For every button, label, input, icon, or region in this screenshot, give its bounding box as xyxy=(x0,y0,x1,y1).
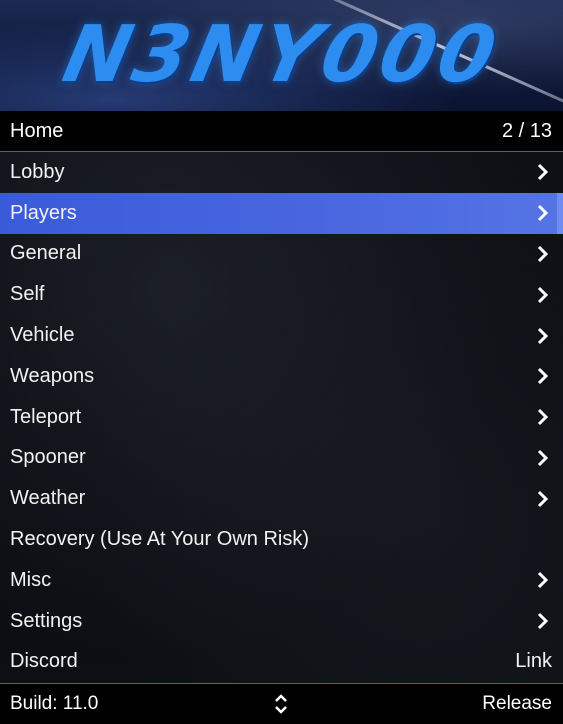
build-version: Build: 11.0 xyxy=(10,693,99,714)
chevron-right-icon xyxy=(534,449,552,467)
menu-item-misc[interactable]: Misc xyxy=(0,560,563,601)
chevron-right-icon xyxy=(534,408,552,426)
menu-position-counter: 2 / 13 xyxy=(501,119,552,142)
menu-item-label: Vehicle xyxy=(10,324,75,347)
menu-item-label: Players xyxy=(10,201,77,224)
menu-header: Home 2 / 13 xyxy=(0,111,563,152)
menu-item-discord[interactable]: Discord Link xyxy=(0,642,563,683)
menu-item-lobby[interactable]: Lobby xyxy=(0,152,563,193)
menu-item-label: Discord xyxy=(10,650,78,673)
chevron-right-icon xyxy=(534,245,552,263)
discord-link-value: Link xyxy=(515,650,552,673)
chevron-right-icon xyxy=(534,612,552,630)
menu-item-self[interactable]: Self xyxy=(0,274,563,315)
menu-item-label: Lobby xyxy=(10,160,65,183)
menu-item-players[interactable]: Players xyxy=(0,192,563,234)
chevron-right-icon xyxy=(534,286,552,304)
menu-item-weapons[interactable]: Weapons xyxy=(0,356,563,397)
chevron-right-icon xyxy=(534,163,552,181)
menu-banner: N3NY000 xyxy=(0,0,563,111)
menu-title: Home xyxy=(10,119,64,142)
menu-item-vehicle[interactable]: Vehicle xyxy=(0,315,563,356)
menu-item-label: Recovery (Use At Your Own Risk) xyxy=(10,528,309,551)
chevron-right-icon xyxy=(534,571,552,589)
chevron-right-icon xyxy=(534,204,552,222)
menu-item-list: Lobby Players General Self Vehicle Weapo… xyxy=(0,152,563,682)
mod-menu: N3NY000 Home 2 / 13 Lobby Players Genera… xyxy=(0,0,563,724)
menu-item-general[interactable]: General xyxy=(0,234,563,275)
menu-item-spooner[interactable]: Spooner xyxy=(0,438,563,479)
menu-item-teleport[interactable]: Teleport xyxy=(0,397,563,438)
menu-item-label: Misc xyxy=(10,568,52,591)
menu-item-label: General xyxy=(10,242,82,265)
release-channel: Release xyxy=(482,693,552,714)
menu-item-label: Teleport xyxy=(10,405,82,428)
banner-logo: N3NY000 xyxy=(55,10,508,100)
menu-item-recovery[interactable]: Recovery (Use At Your Own Risk) xyxy=(0,519,563,560)
chevron-right-icon xyxy=(534,367,552,385)
menu-item-label: Weather xyxy=(10,487,86,510)
menu-item-label: Spooner xyxy=(10,446,86,469)
menu-item-weather[interactable]: Weather xyxy=(0,478,563,519)
menu-item-label: Settings xyxy=(10,609,83,632)
chevron-right-icon xyxy=(534,490,552,508)
menu-footer: Build: 11.0 Release xyxy=(0,683,563,724)
menu-item-label: Weapons xyxy=(10,364,95,387)
menu-item-settings[interactable]: Settings xyxy=(0,601,563,642)
up-down-arrows-icon xyxy=(273,693,289,715)
menu-item-label: Self xyxy=(10,283,45,306)
chevron-right-icon xyxy=(534,327,552,345)
